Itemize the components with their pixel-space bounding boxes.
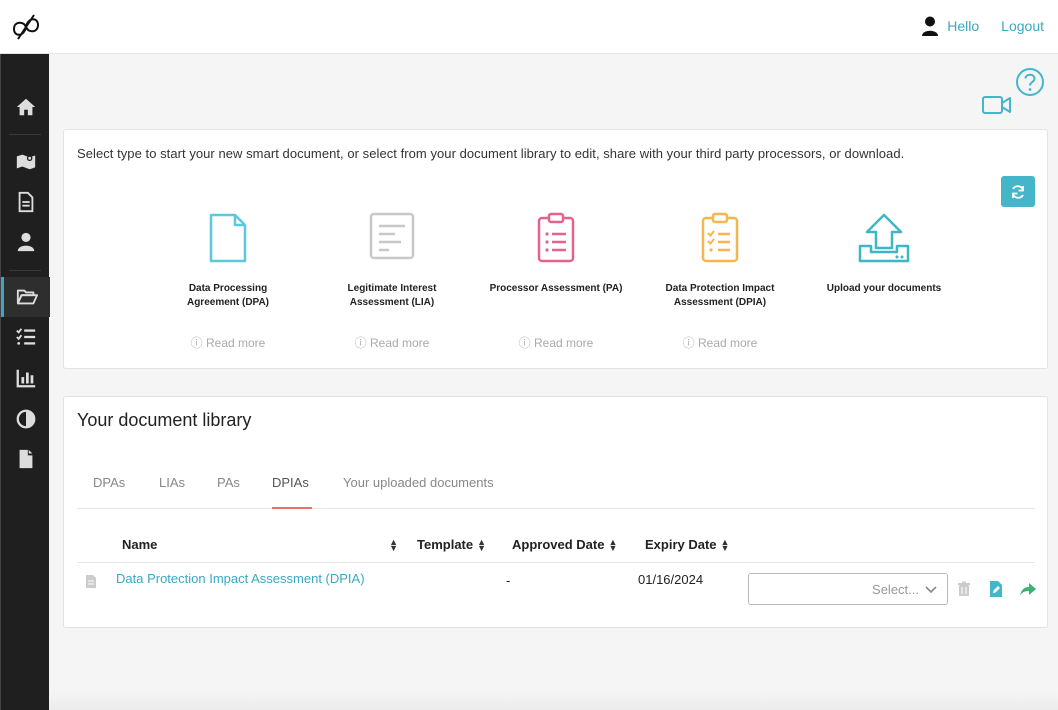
sidebar-item-home[interactable] [1,87,50,127]
map-icon [16,154,35,170]
tab-pas[interactable]: PAs [217,475,243,509]
infinity-logo-icon[interactable] [10,11,42,43]
doc-type-lia[interactable]: Legitimate Interest Assessment (LIA) ⓘ Re… [310,212,474,351]
doc-type-label: Upload your documents [826,283,942,294]
column-approved-label: Approved Date [512,537,605,552]
file-icon [86,575,96,588]
column-approved-date[interactable]: Approved Date ▲ ▼ [512,537,617,552]
sidebar-item-checklist[interactable] [1,317,50,357]
document-lines-icon [369,212,415,260]
action-select[interactable]: Select... [748,573,948,605]
expiry-date-cell: 01/16/2024 [638,572,704,587]
sidebar-item-document-library[interactable] [1,277,50,317]
main-content: Select type to start your new smart docu… [49,54,1058,710]
template-cell: - [506,573,511,588]
doc-type-dpia[interactable]: Data Protection Impact Assessment (DPIA) … [638,212,802,351]
tab-uploaded-documents[interactable]: Your uploaded documents [343,475,523,509]
clipboard-list-icon [537,212,575,263]
read-more-link[interactable]: ⓘ Read more [638,334,802,351]
logout-link[interactable]: Logout [1001,18,1044,34]
sidebar-item-documents[interactable] [1,182,50,222]
sidebar-divider [9,270,41,271]
new-document-card: Select type to start your new smart docu… [63,129,1048,369]
page-bottom [49,690,1058,710]
contrast-icon [16,409,35,429]
tab-lias[interactable]: LIAs [159,475,189,509]
refresh-icon [1012,184,1024,199]
upload-icon [858,213,910,263]
tab-dpas[interactable]: DPAs [93,475,129,509]
sidebar [0,54,50,710]
table-header: Name ▲ ▼ Template ▲ ▼ Approved Date ▲ ▼ Exp… [77,537,1035,563]
column-name[interactable]: Name ▲ ▼ [122,537,398,552]
home-icon [16,98,35,116]
read-more-link[interactable]: ⓘ Read more [310,334,474,351]
doc-type-dpa[interactable]: Data Processing Agreement (DPA) ⓘ Read mo… [146,212,310,351]
document-name-link[interactable]: Data Protection Impact Assessment (DPIA) [116,571,365,586]
top-bar: Hello Logout [0,0,1058,54]
tab-dpias[interactable]: DPIAs [272,475,312,509]
share-icon[interactable] [1020,581,1036,597]
checklist-icon [15,328,35,345]
sort-icon: ▲ ▼ [389,536,398,553]
doc-type-label: Assessment (LIA) [349,297,435,308]
document-icon [18,191,33,213]
sidebar-item-files[interactable] [1,439,50,479]
table-row: Data Protection Impact Assessment (DPIA)… [77,563,1036,625]
column-template-label: Template [417,537,474,552]
doc-type-upload[interactable]: Upload your documents [802,212,966,334]
sort-icon: ▲ ▼ [477,536,487,553]
column-template[interactable]: Template ▲ ▼ [417,537,486,552]
sidebar-item-contrast[interactable] [1,399,50,439]
user-icon [17,232,34,252]
folder-open-icon [16,289,38,305]
hello-link[interactable]: Hello [947,18,979,34]
library-title: Your document library [77,410,252,430]
edit-document-icon[interactable] [988,581,1004,597]
doc-type-label: Assessment (DPIA) [673,297,767,308]
user-area: Hello Logout [921,16,1044,36]
trash-icon[interactable] [956,581,972,597]
column-name-label: Name [122,537,158,552]
doc-type-pa[interactable]: Processor Assessment (PA) ⓘ Read more [474,212,638,351]
library-tabs: DPAs LIAs PAs DPIAs Your uploaded docume… [77,475,1035,509]
video-camera-icon[interactable] [982,94,1012,116]
clipboard-check-icon [701,212,739,263]
sidebar-item-reports[interactable] [1,358,50,398]
bar-chart-icon [16,369,35,388]
sidebar-item-map[interactable] [1,141,50,181]
sidebar-item-users[interactable] [1,222,50,262]
doc-type-label: Processor Assessment (PA) [489,283,623,294]
file-icon [19,449,32,469]
sort-icon: ▲ ▼ [720,536,730,553]
doc-type-label: Data Protection Impact [665,283,775,294]
document-icon [209,213,247,263]
doc-type-label: Agreement (DPA) [186,297,270,308]
read-more-link[interactable]: ⓘ Read more [474,334,638,351]
doc-type-label: Data Processing [188,283,268,294]
question-circle-icon[interactable] [1015,67,1045,97]
doc-type-label: Legitimate Interest [347,283,437,294]
read-more-link[interactable]: ⓘ Read more [146,334,310,351]
sort-icon: ▲ ▼ [608,536,618,553]
chevron-down-icon [925,586,937,594]
sidebar-divider [9,134,41,135]
intro-text: Select type to start your new smart docu… [77,146,905,161]
column-expiry-date[interactable]: Expiry Date ▲ ▼ [645,537,729,552]
column-expiry-label: Expiry Date [645,537,717,552]
user-icon [922,16,939,36]
document-library-card: Your document library DPAs LIAs PAs DPIA… [63,396,1048,628]
select-placeholder: Select... [872,582,919,597]
refresh-button[interactable] [1001,176,1035,207]
